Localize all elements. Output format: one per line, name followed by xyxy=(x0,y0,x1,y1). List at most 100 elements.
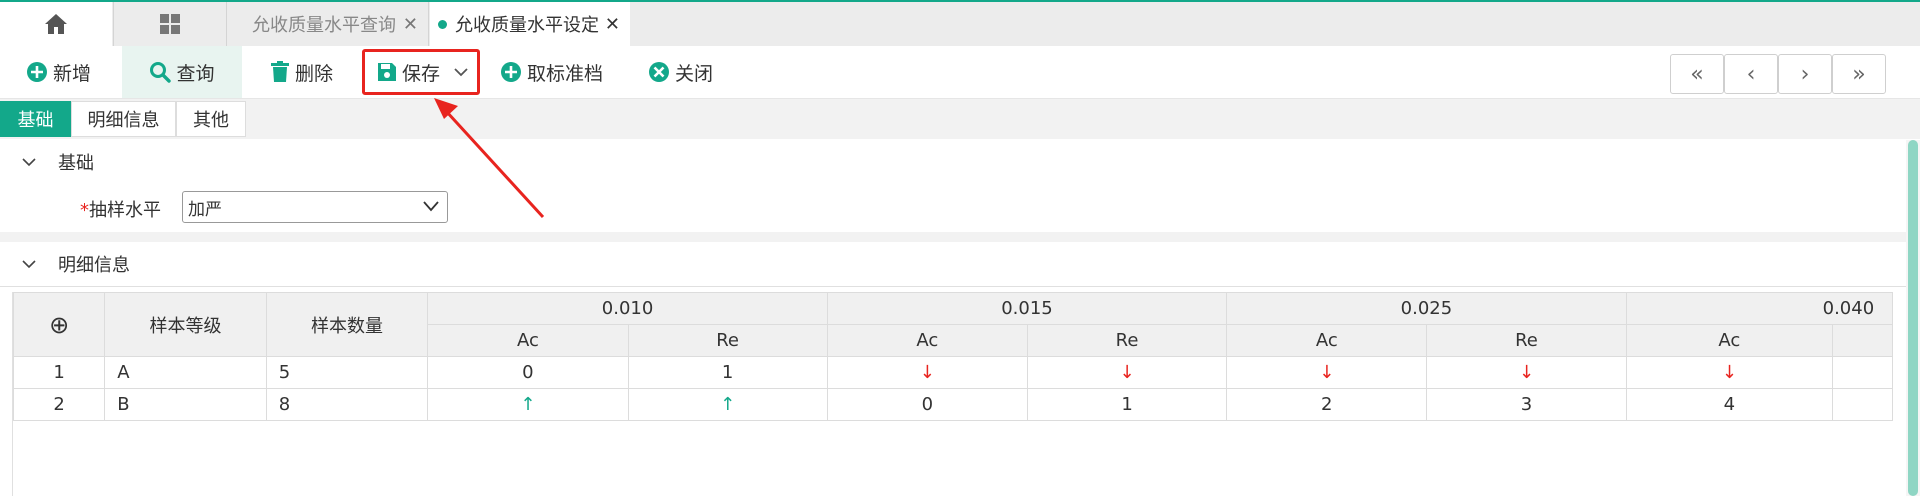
tab-dashboard[interactable] xyxy=(113,2,227,46)
row-index: 1 xyxy=(13,356,106,389)
sampling-level-label-text: 抽样水平 xyxy=(89,200,161,221)
grid-icon xyxy=(160,14,180,34)
close-circle-icon xyxy=(649,62,669,82)
table-row[interactable]: 2 B 8 ↑ ↑ 0 1 2 3 4 xyxy=(13,388,1893,421)
search-icon xyxy=(150,62,172,83)
chevron-down-icon xyxy=(423,201,439,212)
chevron-down-icon[interactable] xyxy=(454,67,468,77)
cell-value[interactable]: 3 xyxy=(1426,388,1627,421)
fetch-standard-button[interactable]: 取标准档 xyxy=(500,52,603,92)
query-button[interactable]: 查询 xyxy=(122,46,242,98)
add-row-cell[interactable]: ⊕ xyxy=(13,292,106,357)
header-re: Re xyxy=(627,324,828,357)
close-button[interactable]: 关闭 xyxy=(648,52,713,92)
double-chevron-left-icon: « xyxy=(1690,61,1704,87)
chevron-down-icon[interactable] xyxy=(22,157,36,167)
row-index: 2 xyxy=(13,388,106,421)
header-ac: Ac xyxy=(826,324,1028,357)
cell-value[interactable]: 4 xyxy=(1625,388,1834,421)
header-aql-group: 0.015 xyxy=(826,292,1228,325)
arrow-up-icon[interactable]: ↑ xyxy=(427,388,629,421)
trash-icon xyxy=(271,61,289,82)
header-re: Re xyxy=(1426,324,1627,357)
add-circle-icon[interactable]: ⊕ xyxy=(49,311,69,339)
cell-value[interactable]: 1 xyxy=(1026,388,1228,421)
header-aql-group: 0.010 xyxy=(427,292,828,325)
sampling-level-select[interactable]: 加严 xyxy=(182,191,448,223)
toolbar: 新增 查询 删除 保存 取标准档 关闭 « ‹ › » xyxy=(0,46,1920,99)
header-sample-quantity: 样本数量 xyxy=(265,292,429,357)
cell-grade[interactable]: A xyxy=(104,356,267,389)
cell-value[interactable] xyxy=(1832,356,1893,389)
prev-page-button[interactable]: ‹ xyxy=(1724,54,1778,94)
close-icon[interactable]: ✕ xyxy=(605,14,620,35)
header-re: Re xyxy=(1026,324,1228,357)
cell-value[interactable]: 0 xyxy=(826,388,1028,421)
tab-detail-info[interactable]: 明细信息 xyxy=(71,101,176,137)
header-ac: Ac xyxy=(427,324,629,357)
tab-quality-setting-label: 允收质量水平设定 xyxy=(455,15,599,36)
chevron-right-icon: › xyxy=(1800,61,1810,87)
cell-grade[interactable]: B xyxy=(104,388,267,421)
tab-strip: 允收质量水平查询 ✕ 允收质量水平设定 ✕ xyxy=(0,2,1920,46)
first-page-button[interactable]: « xyxy=(1670,54,1724,94)
cell-value[interactable]: 0 xyxy=(427,356,629,389)
plus-circle-icon xyxy=(501,62,521,82)
new-button[interactable]: 新增 xyxy=(26,52,91,92)
arrow-down-icon[interactable]: ↓ xyxy=(1426,356,1627,389)
home-icon xyxy=(45,14,67,34)
arrow-down-icon[interactable]: ↓ xyxy=(826,356,1028,389)
header-sample-grade: 样本等级 xyxy=(104,292,267,357)
double-chevron-right-icon: » xyxy=(1852,61,1866,87)
group-basic-title: 基础 xyxy=(58,153,94,174)
save-button[interactable]: 保存 xyxy=(362,49,480,95)
chevron-left-icon: ‹ xyxy=(1746,61,1756,87)
group-detail-title: 明细信息 xyxy=(58,255,130,276)
tab-other[interactable]: 其他 xyxy=(176,101,246,137)
arrow-down-icon[interactable]: ↓ xyxy=(1625,356,1834,389)
tab-quality-query[interactable]: 允收质量水平查询 ✕ xyxy=(226,2,429,46)
table-row[interactable]: 1 A 5 0 1 ↓ ↓ ↓ ↓ ↓ xyxy=(13,356,1893,389)
delete-button[interactable]: 删除 xyxy=(270,52,333,92)
tab-home[interactable] xyxy=(0,2,112,46)
save-button-label: 保存 xyxy=(402,62,441,85)
sampling-level-label: *抽样水平 xyxy=(80,196,161,222)
active-dot-icon xyxy=(438,19,447,29)
header-ac: Ac xyxy=(1226,324,1428,357)
group-detail-header[interactable]: 明细信息 xyxy=(0,242,1906,287)
header-aql-group: 0.025 xyxy=(1226,292,1627,325)
close-button-label: 关闭 xyxy=(675,62,714,85)
delete-button-label: 删除 xyxy=(295,62,334,85)
plus-circle-icon xyxy=(27,62,47,82)
close-icon[interactable]: ✕ xyxy=(403,14,418,35)
cell-quantity[interactable]: 8 xyxy=(265,388,429,421)
aql-table: ⊕ 样本等级 样本数量 0.010 0.015 0.025 0.040 Ac R… xyxy=(12,292,1893,496)
sampling-level-value: 加严 xyxy=(188,199,222,220)
header-ac: Ac xyxy=(1625,324,1834,357)
cell-value[interactable]: 2 xyxy=(1226,388,1428,421)
arrow-up-icon[interactable]: ↑ xyxy=(627,388,828,421)
tab-basic[interactable]: 基础 xyxy=(0,101,71,137)
last-page-button[interactable]: » xyxy=(1832,54,1886,94)
required-mark: * xyxy=(80,200,89,221)
vertical-scrollbar-thumb[interactable] xyxy=(1908,140,1918,496)
group-basic-header[interactable]: 基础 xyxy=(0,140,1906,185)
fetch-standard-button-label: 取标准档 xyxy=(527,62,604,85)
section-tab-bar: 基础 明细信息 其他 xyxy=(0,99,1920,139)
header-re xyxy=(1832,324,1893,357)
query-button-label: 查询 xyxy=(176,62,215,85)
tab-quality-setting[interactable]: 允收质量水平设定 ✕ xyxy=(430,2,630,46)
new-button-label: 新增 xyxy=(53,62,92,85)
arrow-down-icon[interactable]: ↓ xyxy=(1226,356,1428,389)
chevron-down-icon[interactable] xyxy=(22,259,36,269)
sampling-level-row: *抽样水平 加严 xyxy=(0,184,1906,232)
cell-quantity[interactable]: 5 xyxy=(265,356,429,389)
arrow-down-icon[interactable]: ↓ xyxy=(1026,356,1228,389)
cell-value[interactable]: 1 xyxy=(627,356,828,389)
cell-value[interactable] xyxy=(1832,388,1893,421)
section-gap xyxy=(0,232,1906,242)
tab-quality-query-label: 允收质量水平查询 xyxy=(252,15,396,36)
save-icon xyxy=(378,63,396,81)
header-aql-group: 0.040 xyxy=(1625,292,1893,325)
next-page-button[interactable]: › xyxy=(1778,54,1832,94)
